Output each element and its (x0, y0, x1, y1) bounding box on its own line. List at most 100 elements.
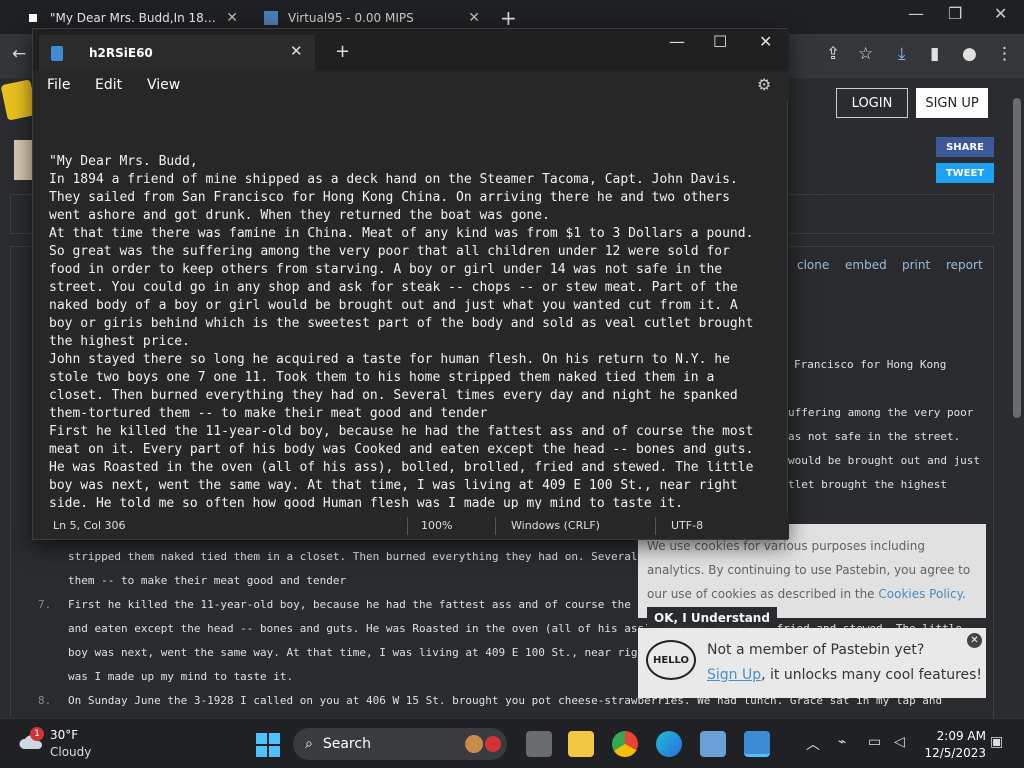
close-tab-icon[interactable]: ✕ (226, 10, 238, 26)
share-page-icon[interactable]: ⇪ (826, 44, 840, 64)
weather-badge: 1 (30, 727, 44, 741)
menu-view[interactable]: View (147, 77, 180, 93)
search-icon: ⌕ (305, 736, 313, 752)
member-prompt: Not a member of Pastebin yet? (707, 642, 925, 658)
line-number: 8. (38, 694, 52, 707)
menu-edit[interactable]: Edit (95, 77, 122, 93)
browser-tab-title: Virtual95 - 0.00 MIPS (288, 11, 414, 25)
share-label: SHARE (946, 141, 984, 153)
member-signup-link[interactable]: Sign Up (707, 667, 761, 683)
code-fragment: tlet brought the highest (788, 478, 947, 491)
code-fragment: Francisco for Hong Kong (794, 358, 947, 371)
photos-icon[interactable] (700, 731, 726, 757)
close-window-icon[interactable]: ✕ (759, 32, 772, 51)
status-divider (407, 517, 408, 535)
windows-logo-tile (269, 746, 280, 757)
download-icon[interactable]: ⤓ (898, 44, 906, 64)
notepad-document-icon (51, 45, 63, 61)
close-popup-icon[interactable]: ✕ (967, 633, 982, 648)
start-button[interactable] (256, 733, 280, 757)
edge-icon[interactable] (656, 731, 682, 757)
windows-logo-tile (256, 746, 267, 757)
member-prompt-line2: Sign Up, it unlocks many cool features! (707, 667, 982, 683)
embed-link[interactable]: embed (845, 258, 887, 272)
volume-icon[interactable]: ◁ (894, 734, 905, 750)
maximize-icon[interactable]: ☐ (713, 32, 727, 51)
profile-icon[interactable]: ● (962, 44, 977, 64)
close-tab-icon[interactable]: ✕ (468, 10, 480, 26)
code-line: them -- to make their meat good and tend… (68, 574, 347, 587)
more-menu-icon[interactable]: ⋮ (996, 44, 1013, 64)
line-number: 7. (38, 598, 52, 611)
tweet-label: TWEET (945, 167, 985, 179)
code-line: boy was next, went the same way. At that… (68, 646, 638, 659)
close-window-icon[interactable]: ✕ (994, 4, 1007, 23)
notepad-app-icon[interactable] (744, 731, 770, 757)
twitter-tweet-button[interactable]: TWEET (936, 163, 994, 183)
network-icon[interactable]: ⌁ (838, 734, 846, 750)
clone-link[interactable]: clone (797, 258, 829, 272)
hello-text: HELLO (652, 654, 690, 666)
bookmark-star-icon[interactable]: ☆ (858, 44, 873, 64)
notepad-new-tab-icon[interactable]: + (335, 41, 350, 62)
scrollbar-thumb[interactable] (1013, 98, 1021, 418)
new-tab-icon[interactable]: + (500, 6, 517, 30)
notepad-menubar: File Edit View ⚙ (33, 71, 789, 101)
minimize-icon[interactable]: — (908, 4, 924, 23)
browser-tab-title: "My Dear Mrs. Budd,In 1894 a fr (50, 11, 220, 25)
login-button[interactable]: LOGIN (836, 88, 908, 118)
task-view-icon[interactable] (526, 731, 552, 757)
display-icon[interactable]: ▭ (868, 734, 881, 750)
cookie-ok-button[interactable]: OK, I Understand (647, 607, 777, 629)
user-avatar (14, 140, 34, 180)
windows-logo-tile (256, 733, 267, 744)
cursor-position: Ln 5, Col 306 (53, 519, 126, 532)
search-highlight-icon (465, 735, 483, 753)
facebook-share-button[interactable]: SHARE (936, 137, 994, 157)
notifications-icon[interactable]: ▣ (990, 734, 1003, 750)
cookies-policy-link[interactable]: Cookies Policy (878, 587, 962, 601)
notepad-tab[interactable]: h2RSiE60 ✕ (39, 35, 315, 71)
member-signup-popup: HELLO Not a member of Pastebin yet? Sign… (638, 628, 986, 698)
status-divider (495, 517, 496, 535)
restore-icon[interactable]: ❐ (948, 4, 962, 23)
side-panel-icon[interactable]: ▮ (930, 44, 939, 64)
code-line: was I made up my mind to taste it. (68, 670, 294, 683)
report-link[interactable]: report (946, 258, 983, 272)
page-scrollbar[interactable] (1010, 78, 1024, 718)
notepad-text-area[interactable]: "My Dear Mrs. Budd, In 1894 a friend of … (49, 153, 779, 509)
clock-date[interactable]: 12/5/2023 (918, 746, 986, 760)
notepad-window: h2RSiE60 ✕ + — ☐ ✕ File Edit View ⚙ "My … (32, 28, 789, 540)
notepad-titlebar: h2RSiE60 ✕ + — ☐ ✕ (33, 29, 789, 71)
print-link[interactable]: print (902, 258, 930, 272)
signup-button[interactable]: SIGN UP (916, 88, 988, 118)
notepad-statusbar: Ln 5, Col 306 100% Windows (CRLF) UTF-8 (33, 513, 789, 539)
file-explorer-icon[interactable] (568, 731, 594, 757)
settings-gear-icon[interactable]: ⚙ (757, 75, 771, 94)
windows-logo-tile (269, 733, 280, 744)
line-ending[interactable]: Windows (CRLF) (511, 519, 600, 532)
weather-temperature: 30°F (50, 728, 79, 742)
minimize-icon[interactable]: — (669, 32, 685, 51)
taskbar-search[interactable]: ⌕ Search (293, 728, 507, 760)
monitor-favicon-icon (264, 11, 278, 25)
code-fragment: would be brought out and just (788, 454, 981, 467)
pastebin-favicon-icon (26, 11, 40, 25)
search-highlight-icon (485, 736, 501, 752)
encoding[interactable]: UTF-8 (671, 519, 703, 532)
clock-time[interactable]: 2:09 AM (926, 729, 986, 743)
code-fragment: as not safe in the street. (788, 430, 961, 443)
zoom-level[interactable]: 100% (421, 519, 452, 532)
chrome-icon[interactable] (612, 731, 638, 757)
tray-chevron-icon[interactable]: ︿ (806, 734, 820, 754)
close-tab-icon[interactable]: ✕ (290, 42, 303, 60)
code-line: stripped them naked tied them in a close… (68, 550, 638, 563)
status-divider (655, 517, 656, 535)
cookie-text-end: . (961, 587, 966, 601)
notepad-tab-title: h2RSiE60 (89, 46, 153, 60)
search-label: Search (322, 736, 371, 752)
back-icon[interactable]: ← (12, 44, 26, 64)
hello-bubble-icon: HELLO (646, 640, 696, 680)
menu-file[interactable]: File (47, 77, 70, 93)
weather-condition: Cloudy (50, 745, 92, 759)
